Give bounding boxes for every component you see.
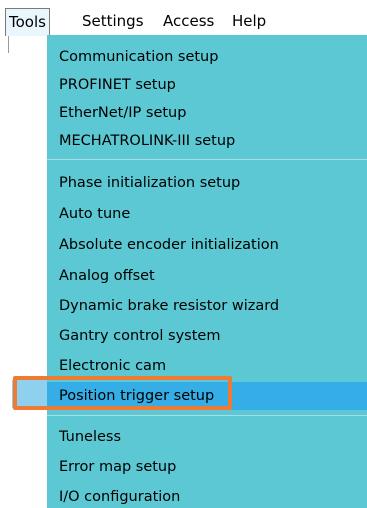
menu-item-auto-tune[interactable]: Auto tune [47,200,367,228]
menu-separator [47,415,367,416]
menu-item-error-map-setup[interactable]: Error map setup [47,453,367,481]
menu-settings[interactable]: Settings [82,9,144,33]
menu-item-analog-offset[interactable]: Analog offset [47,262,367,290]
menu-item-io-configuration[interactable]: I/O configuration [47,483,367,508]
menu-item-gantry-control-system[interactable]: Gantry control system [47,322,367,350]
menu-item-ethernet-ip-setup[interactable]: EtherNet/IP setup [47,99,367,127]
menu-bar: Tools Settings Access Help [0,0,367,36]
menu-separator [47,159,367,160]
tools-dropdown-menu: Communication setup PROFINET setup Ether… [47,35,367,508]
annotation-callout-box [13,376,232,410]
menu-help[interactable]: Help [232,9,266,33]
menu-item-phase-initialization-setup[interactable]: Phase initialization setup [47,169,367,197]
menu-item-dynamic-brake-resistor-wizard[interactable]: Dynamic brake resistor wizard [47,292,367,320]
menu-item-tuneless[interactable]: Tuneless [47,423,367,451]
menu-item-communication-setup[interactable]: Communication setup [47,43,367,71]
menu-item-absolute-encoder-initialization[interactable]: Absolute encoder initialization [47,231,367,259]
menu-tools[interactable]: Tools [5,8,50,36]
window-edge-divider [8,36,9,53]
menu-access[interactable]: Access [163,9,214,33]
menu-item-profinet-setup[interactable]: PROFINET setup [47,71,367,99]
menu-item-mechatrolink-setup[interactable]: MECHATROLINK-III setup [47,127,367,155]
